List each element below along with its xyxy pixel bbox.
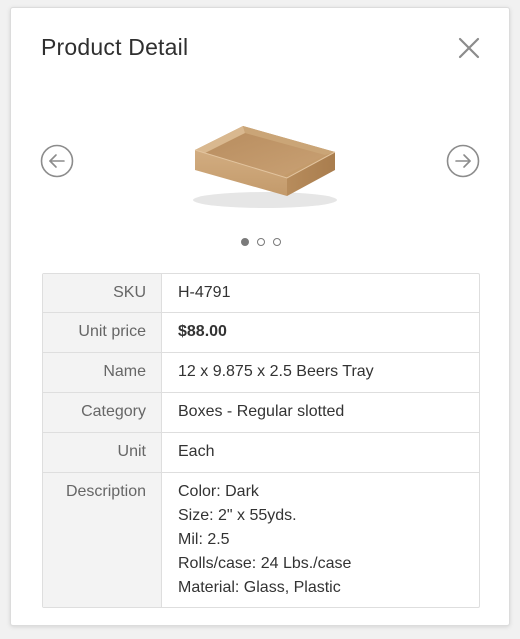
description-value: Color: Dark Size: 2" x 55yds. Mil: 2.5 R… (162, 473, 479, 607)
detail-label: Unit (43, 433, 162, 472)
detail-value: 12 x 9.875 x 2.5 Beers Tray (178, 363, 374, 380)
close-button[interactable] (457, 36, 481, 60)
detail-row-sku: SKU H-4791 (43, 274, 479, 312)
detail-row-description: Description Color: Dark Size: 2" x 55yds… (43, 472, 479, 607)
cardboard-tray-image (193, 126, 337, 208)
detail-label: SKU (43, 274, 162, 312)
carousel-dot-1[interactable] (241, 238, 249, 246)
description-line: Color: Dark (178, 483, 259, 500)
arrow-right-circle-icon (446, 144, 480, 178)
description-line: Mil: 2.5 (178, 531, 230, 548)
detail-label: Description (43, 473, 162, 607)
product-image (177, 108, 341, 212)
carousel-indicators (11, 238, 511, 250)
detail-row-unit-price: Unit price $88.00 (43, 312, 479, 352)
detail-label: Unit price (43, 313, 162, 352)
detail-row-name: Name 12 x 9.875 x 2.5 Beers Tray (43, 352, 479, 392)
detail-value: Boxes - Regular slotted (178, 403, 345, 420)
detail-label: Name (43, 353, 162, 392)
detail-value: H-4791 (178, 284, 231, 301)
description-line: Rolls/case: 24 Lbs./case (178, 555, 352, 572)
image-carousel (11, 88, 511, 258)
detail-row-category: Category Boxes - Regular slotted (43, 392, 479, 432)
detail-label: Category (43, 393, 162, 432)
description-line: Material: Glass, Plastic (178, 579, 341, 596)
close-icon (458, 37, 480, 59)
detail-row-unit: Unit Each (43, 432, 479, 472)
dialog-title: Product Detail (41, 34, 189, 60)
next-image-button[interactable] (446, 144, 480, 178)
product-details-table: SKU H-4791 Unit price $88.00 Name 12 x 9… (42, 273, 480, 608)
carousel-dot-2[interactable] (257, 238, 265, 246)
product-detail-dialog: Product Detail SKU H-4791 Unit price $88… (10, 7, 510, 626)
detail-value: Each (178, 443, 215, 460)
description-line: Size: 2" x 55yds. (178, 507, 297, 524)
carousel-dot-3[interactable] (273, 238, 281, 246)
arrow-left-circle-icon (40, 144, 74, 178)
detail-value: $88.00 (178, 323, 227, 340)
previous-image-button[interactable] (40, 144, 74, 178)
